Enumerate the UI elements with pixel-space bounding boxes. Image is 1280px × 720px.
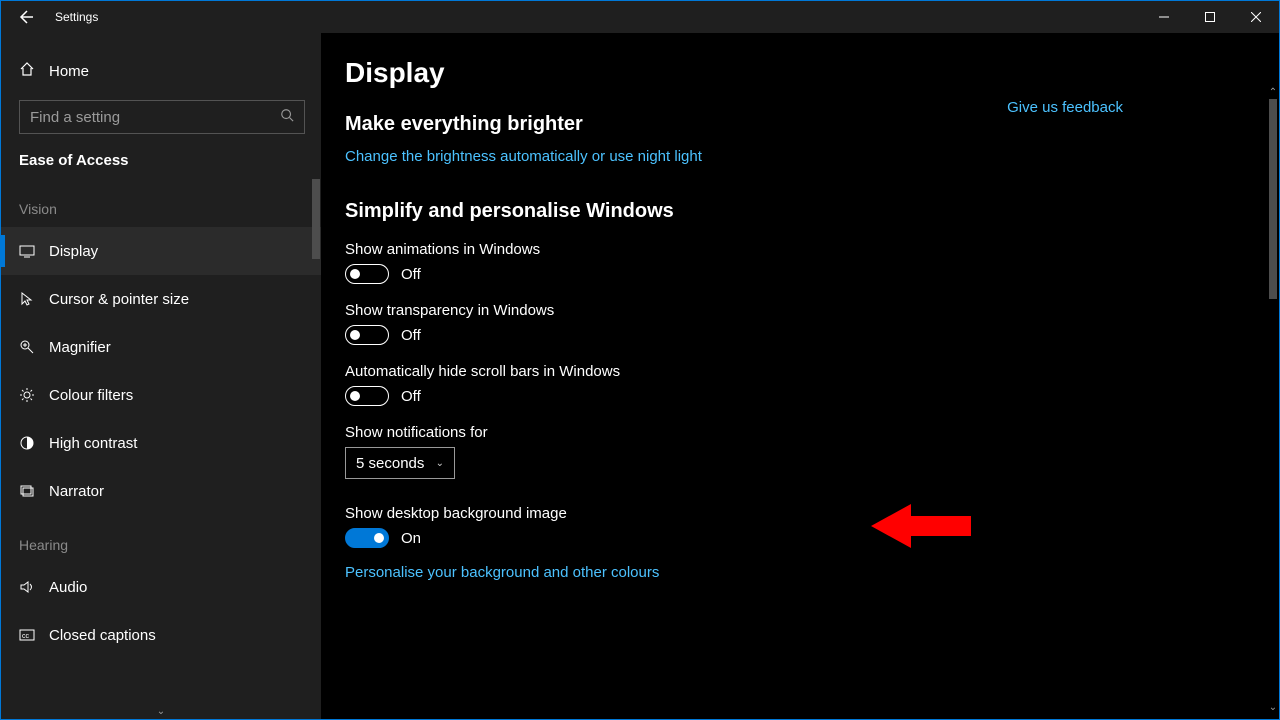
maximize-button[interactable]: [1187, 1, 1233, 33]
sidebar-item-cursor[interactable]: Cursor & pointer size: [1, 275, 321, 323]
home-icon: [19, 61, 35, 82]
back-button[interactable]: [1, 1, 49, 33]
close-button[interactable]: [1233, 1, 1279, 33]
sidebar-item-label: High contrast: [49, 435, 137, 452]
search-icon: [280, 108, 294, 127]
svg-text:cc: cc: [22, 633, 30, 640]
brightness-link[interactable]: Change the brightness automatically or u…: [345, 148, 702, 165]
sidebar-item-label: Magnifier: [49, 339, 111, 356]
desktop-bg-label: Show desktop background image: [345, 505, 1279, 522]
titlebar: Settings: [1, 1, 1279, 33]
content-scrollbar-thumb[interactable]: [1269, 99, 1277, 299]
sidebar-item-closed-captions[interactable]: cc Closed captions: [1, 611, 321, 659]
captions-icon: cc: [19, 627, 35, 643]
notifications-value: 5 seconds: [356, 455, 424, 472]
content-pane: Display Give us feedback Make everything…: [321, 1, 1279, 719]
notifications-label: Show notifications for: [345, 424, 1279, 441]
minimize-button[interactable]: [1141, 1, 1187, 33]
section-simplify-heading: Simplify and personalise Windows: [345, 200, 1279, 223]
search-box[interactable]: [19, 100, 305, 134]
contrast-icon: [19, 435, 35, 451]
magnifier-icon: [19, 339, 35, 355]
arrow-left-icon: [17, 9, 33, 25]
speaker-icon: [19, 579, 35, 595]
chevron-down-icon[interactable]: ⌄: [1, 706, 321, 717]
transparency-label: Show transparency in Windows: [345, 302, 1279, 319]
group-hearing: Hearing: [1, 515, 321, 563]
brightness-icon: [19, 387, 35, 403]
monitor-icon: [19, 243, 35, 259]
feedback-link[interactable]: Give us feedback: [1007, 99, 1123, 116]
chevron-up-icon[interactable]: ⌃: [1268, 87, 1278, 98]
sidebar-item-narrator[interactable]: Narrator: [1, 467, 321, 515]
window-controls: [1141, 1, 1279, 33]
sidebar-nav: ⌃ Vision Display Cursor & pointer size M…: [1, 179, 321, 719]
sidebar-scrollbar[interactable]: [312, 179, 320, 259]
personalise-link[interactable]: Personalise your background and other co…: [345, 564, 659, 581]
desktop-bg-toggle[interactable]: [345, 528, 389, 548]
chevron-down-icon[interactable]: ⌄: [1268, 702, 1278, 713]
notifications-dropdown[interactable]: 5 seconds ⌄: [345, 447, 455, 479]
scrollbars-toggle[interactable]: [345, 386, 389, 406]
transparency-state: Off: [401, 327, 421, 344]
sidebar-home[interactable]: Home: [1, 51, 321, 100]
sidebar-item-audio[interactable]: Audio: [1, 563, 321, 611]
search-input[interactable]: [30, 109, 280, 126]
sidebar-item-label: Narrator: [49, 483, 104, 500]
category-header: Ease of Access: [1, 152, 321, 179]
sidebar-item-label: Audio: [49, 579, 87, 596]
transparency-toggle[interactable]: [345, 325, 389, 345]
sidebar-item-label: Colour filters: [49, 387, 133, 404]
animations-toggle[interactable]: [345, 264, 389, 284]
window-title: Settings: [55, 10, 98, 24]
narrator-icon: [19, 483, 35, 499]
content-scrollbar-track[interactable]: [1269, 99, 1277, 699]
group-vision: Vision: [1, 179, 321, 227]
sidebar-item-label: Cursor & pointer size: [49, 291, 189, 308]
page-title: Display: [345, 57, 1279, 89]
sidebar-item-high-contrast[interactable]: High contrast: [1, 419, 321, 467]
animations-state: Off: [401, 266, 421, 283]
animations-label: Show animations in Windows: [345, 241, 1279, 258]
sidebar-item-magnifier[interactable]: Magnifier: [1, 323, 321, 371]
section-brightness-heading: Make everything brighter: [345, 113, 1279, 136]
scrollbars-state: Off: [401, 388, 421, 405]
scrollbars-label: Automatically hide scroll bars in Window…: [345, 363, 1279, 380]
sidebar-item-label: Display: [49, 243, 98, 260]
home-label: Home: [49, 63, 89, 80]
desktop-bg-state: On: [401, 530, 421, 547]
cursor-icon: [19, 291, 35, 307]
sidebar-item-display[interactable]: Display: [1, 227, 321, 275]
sidebar-item-colour-filters[interactable]: Colour filters: [1, 371, 321, 419]
sidebar: Home Ease of Access ⌃ Vision Display Cur…: [1, 1, 321, 719]
chevron-down-icon: ⌄: [436, 458, 444, 469]
sidebar-item-label: Closed captions: [49, 627, 156, 644]
